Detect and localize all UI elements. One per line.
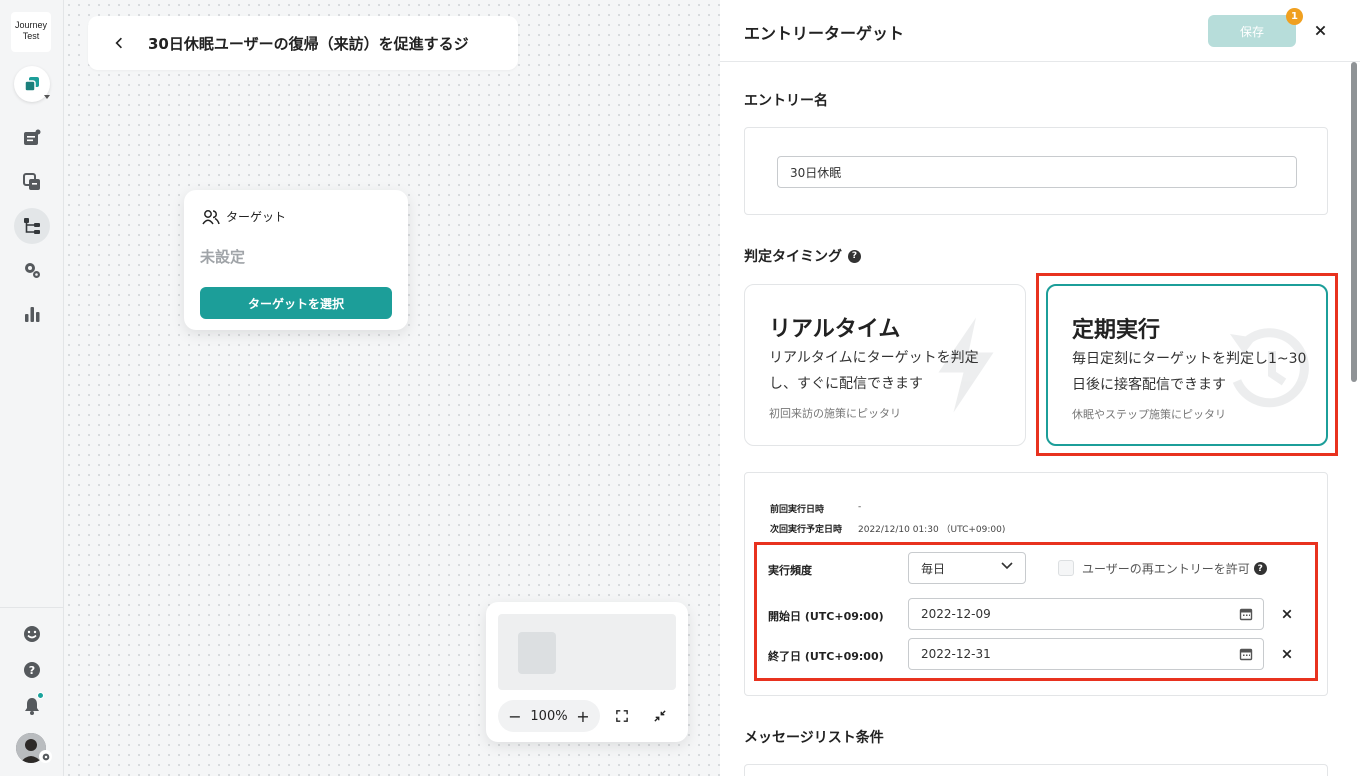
last-run-row: 前回実行日時 - — [770, 502, 861, 515]
select-target-button[interactable]: ターゲットを選択 — [200, 287, 392, 319]
sidebar: Journey Test ? — [0, 0, 64, 776]
close-icon — [1315, 25, 1325, 35]
node-header: ターゲット — [202, 208, 286, 225]
entry-name-box: 30日休眠 — [744, 127, 1328, 215]
entry-name-label: エントリー名 — [744, 93, 828, 109]
unsaved-count-badge: 1 — [1286, 8, 1303, 25]
timing-help-icon[interactable]: ? — [848, 249, 861, 263]
users-icon — [202, 209, 220, 224]
notification-dot — [37, 692, 44, 699]
entry-name-input[interactable]: 30日休眠 — [777, 156, 1297, 188]
help-icon: ? — [24, 662, 40, 678]
zoom-controls: − 100% + — [498, 700, 600, 732]
svg-text:?: ? — [29, 664, 35, 677]
sidebar-item-feedback[interactable] — [14, 616, 50, 652]
node-label: ターゲット — [226, 210, 287, 224]
highlight-schedule-fields — [754, 542, 1318, 681]
entry-target-panel: エントリーターゲット 保存 1 エントリー名 30日休眠 判定タイミング ? リ… — [720, 0, 1360, 776]
node-status: 未設定 — [200, 248, 246, 266]
sidebar-item-notifications[interactable] — [14, 688, 50, 724]
realtime-description: リアルタイムにターゲットを判定し、すぐに配信できます — [769, 350, 979, 392]
collapse-button[interactable] — [652, 708, 668, 724]
sidebar-item-settings[interactable] — [14, 252, 50, 288]
sidebar-item-messages[interactable] — [14, 120, 50, 156]
timing-section-header: 判定タイミング ? — [744, 246, 861, 266]
target-node[interactable]: ターゲット 未設定 ターゲットを選択 — [184, 190, 408, 330]
panel-header: エントリーターゲット 保存 1 — [720, 0, 1360, 62]
bar-chart-icon — [25, 307, 40, 322]
realtime-option-card[interactable]: リアルタイム リアルタイムにターゲットを判定し、すぐに配信できます 初回来訪の施… — [744, 284, 1026, 446]
sidebar-item-analytics[interactable] — [14, 296, 50, 332]
minimap[interactable] — [498, 614, 676, 690]
last-run-value: - — [858, 502, 862, 512]
journey-title-bar: 30日休眠ユーザーの復帰（来訪）を促進するジ — [88, 16, 518, 70]
zoom-out-button[interactable]: − — [508, 707, 522, 726]
minimap-node — [518, 632, 556, 674]
close-button[interactable] — [1312, 22, 1328, 38]
gear-icon — [25, 263, 40, 278]
journey-canvas[interactable]: 30日休眠ユーザーの復帰（来訪）を促進するジ ターゲット 未設定 ターゲットを選… — [64, 0, 720, 776]
logo-line2: Test — [22, 31, 40, 41]
timing-label: 判定タイミング — [744, 249, 842, 265]
realtime-title: リアルタイム — [769, 317, 901, 342]
sidebar-item-journey[interactable] — [14, 208, 50, 244]
highlight-scheduled-card — [1036, 273, 1338, 456]
zoom-in-button[interactable]: + — [576, 707, 590, 726]
next-run-row: 次回実行予定日時 2022/12/10 01:30 （UTC+09:00) — [770, 522, 1005, 535]
panel-title: エントリーターゲット — [744, 24, 905, 43]
flow-icon — [24, 218, 40, 234]
zoom-level: 100% — [530, 708, 568, 724]
next-run-label: 次回実行予定日時 — [770, 525, 843, 535]
layers-icon — [24, 77, 39, 92]
sidebar-divider — [0, 607, 64, 608]
back-button[interactable] — [110, 34, 128, 52]
smiley-icon — [24, 626, 40, 642]
next-run-value: 2022/12/10 01:30 （UTC+09:00) — [858, 525, 1006, 535]
message-list-label: メッセージリスト条件 — [744, 730, 884, 746]
save-button[interactable]: 保存 — [1208, 15, 1296, 47]
realtime-note: 初回来訪の施策にピッタリ — [769, 407, 901, 420]
minimap-panel: − 100% + — [486, 602, 688, 742]
logo-line1: Journey — [14, 20, 48, 30]
chevron-left-icon — [115, 37, 122, 49]
sidebar-item-help[interactable]: ? — [14, 652, 50, 688]
last-run-label: 前回実行日時 — [770, 505, 825, 515]
sidebar-item-templates[interactable] — [14, 164, 50, 200]
account-settings-icon[interactable] — [39, 750, 52, 763]
document-icon — [24, 129, 41, 145]
copy-icon — [23, 173, 40, 190]
bell-icon — [25, 698, 39, 715]
chevron-down-icon — [44, 95, 50, 99]
fit-screen-button[interactable] — [614, 708, 630, 724]
app-logo[interactable]: Journey Test — [11, 12, 51, 52]
expand-icon — [616, 710, 628, 722]
journey-title: 30日休眠ユーザーの復帰（来訪）を促進するジ — [148, 34, 469, 53]
panel-scrollbar[interactable] — [1351, 62, 1357, 382]
compress-icon — [654, 710, 666, 722]
message-list-box — [744, 764, 1328, 776]
